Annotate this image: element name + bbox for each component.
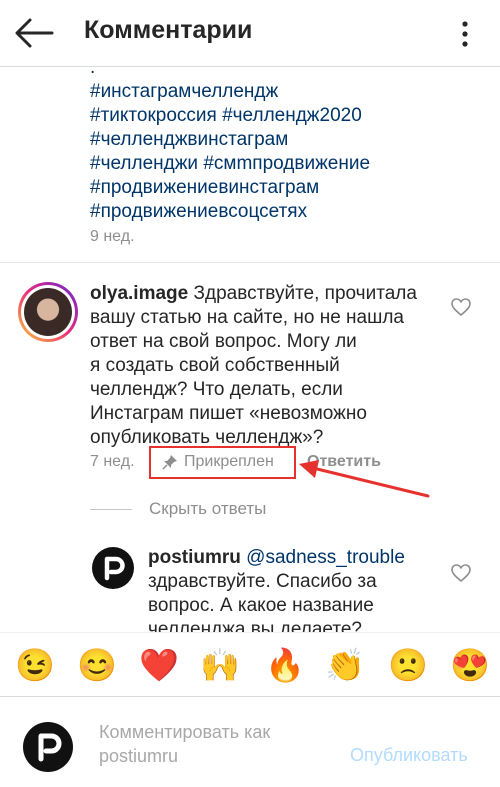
reply-line: вопрос. А какое название [148,595,374,616]
frowning-face-emoji-icon[interactable]: 🙁 [388,647,428,683]
divider [0,262,500,263]
heart-eyes-emoji-icon[interactable]: 😍 [450,647,490,683]
fire-emoji-icon[interactable]: 🔥 [265,647,305,683]
comment-input-placeholder: Комментировать как [99,722,271,742]
hashtag-line[interactable]: #челленджвинстаграм [90,128,450,152]
composer-avatar [23,722,73,772]
comment-input[interactable]: Комментировать как postiumru [99,720,329,768]
emoji-quick-bar: 😉 😊 ❤️ 🙌 🔥 👏 🙁 😍 [0,632,500,697]
comment-line: Здравствуйте, прочитала [193,283,417,304]
hashtag-line[interactable]: #тиктокроссия #челлендж2020 [90,104,450,128]
comment-line: Инстаграм пишет «невозможно [90,403,367,424]
reply-username[interactable]: postiumru [148,547,241,568]
comment-text: olya.image Здравствуйте, прочитала вашу … [90,282,430,450]
comment-line: челлендж? Что делать, если [90,379,343,400]
annotation-arrow-icon [299,460,430,498]
hide-replies-button[interactable]: Скрыть ответы [149,499,266,519]
winking-face-emoji-icon[interactable]: 😉 [15,647,55,683]
reply-avatar[interactable] [92,547,134,589]
hashtag-line[interactable]: #челленджи #смmпродвижение [90,152,450,176]
hide-replies-line [90,509,132,510]
page-title: Комментарии [84,16,253,44]
reply-line: здравствуйте. Спасибо за [148,571,377,592]
comment-line: опубликовать челлендж»? [90,427,324,448]
reply-like-heart-icon[interactable] [451,564,471,582]
comment-username[interactable]: olya.image [90,283,188,304]
comment-line: я создать свой собственный [90,355,340,376]
smiling-face-emoji-icon[interactable]: 😊 [77,647,117,683]
avatar[interactable] [18,282,78,342]
reply-mention[interactable]: @sadness_trouble [246,547,405,568]
hashtag-line[interactable]: . [90,56,450,80]
postium-logo-icon [38,733,62,762]
hashtag-line[interactable]: #продвижениевинстаграм [90,176,450,200]
comment-input-placeholder: postiumru [99,746,179,766]
caption-timestamp: 9 нед. [90,228,135,245]
like-heart-icon[interactable] [451,298,471,316]
caption-hashtags: . #инстаграмчеллендж #тиктокроссия #челл… [90,56,450,224]
comment-line: ответ на свой вопрос. Могу ли [90,331,357,352]
hashtag-line[interactable]: #инстаграмчеллендж [90,80,450,104]
more-options-icon[interactable] [456,20,474,48]
raising-hands-emoji-icon[interactable]: 🙌 [200,647,240,683]
clapping-hands-emoji-icon[interactable]: 👏 [325,647,365,683]
back-arrow-icon[interactable] [14,16,54,50]
publish-button[interactable]: Опубликовать [350,745,468,766]
pinned-label: Прикреплен [184,453,274,470]
heart-emoji-icon[interactable]: ❤️ [139,647,179,683]
postium-logo-icon [104,556,125,581]
reply-text: postiumru @sadness_trouble здравствуйте.… [148,546,448,642]
hashtag-line[interactable]: #продвижениевсоцсетях [90,200,450,224]
avatar-ring-inner [21,285,75,339]
pin-icon [162,455,177,470]
comment-timestamp: 7 нед. [90,453,135,470]
avatar-photo [24,288,72,336]
comment-line: вашу статью на сайте, но не нашла [90,307,405,328]
